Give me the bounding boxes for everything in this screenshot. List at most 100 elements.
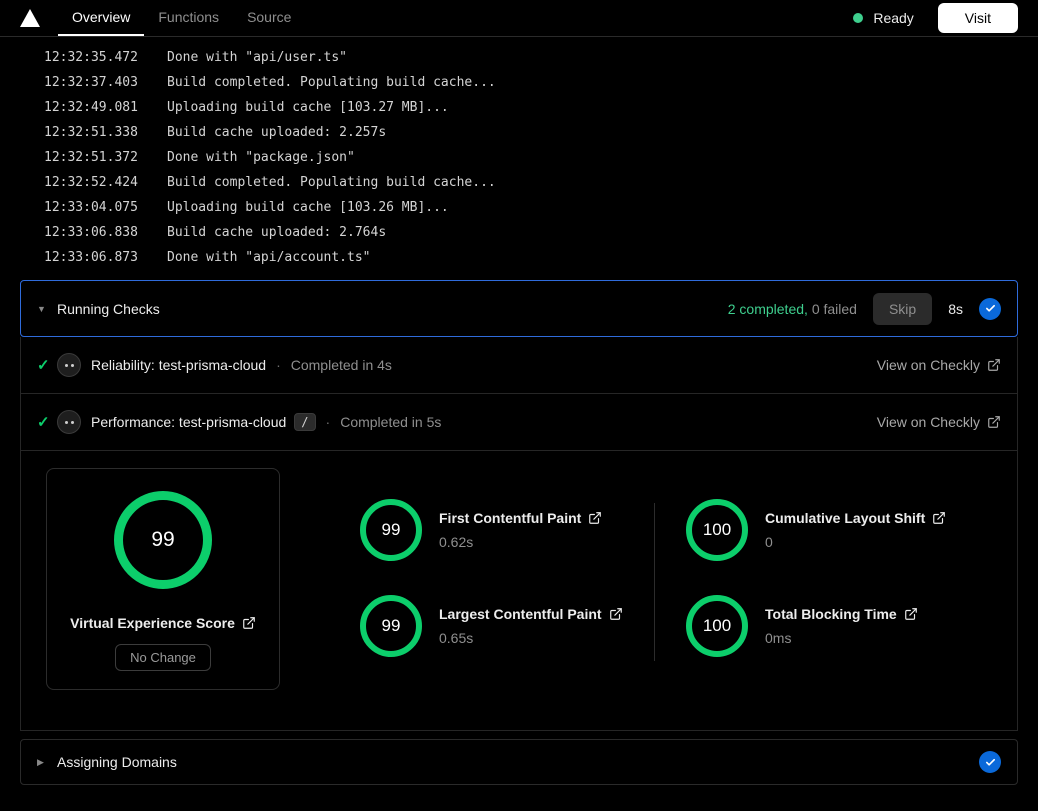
log-message: Uploading build cache [103.27 MB]... (167, 100, 449, 115)
checkly-logo-icon (57, 353, 81, 377)
log-line: 12:32:37.403 Build completed. Populating … (44, 70, 1018, 95)
vercel-logo-icon[interactable] (20, 0, 40, 36)
domains-done-badge (979, 751, 1001, 773)
external-link-icon (589, 512, 602, 524)
log-line: 12:32:35.472 Done with "api/user.ts" (44, 45, 1018, 70)
visit-button[interactable]: Visit (937, 3, 1018, 33)
check-icon (985, 304, 995, 312)
metric-score: 99 (381, 616, 401, 635)
top-navigation-bar: Overview Functions Source Ready Visit (0, 0, 1038, 37)
checks-duration: 8s (948, 300, 963, 317)
log-timestamp: 12:32:49.081 (44, 100, 138, 115)
ves-score-gauge: 99 (114, 491, 212, 589)
metric-score: 99 (381, 520, 401, 539)
metric-score-gauge: 99 (360, 499, 422, 561)
nav-tabs: Overview Functions Source (58, 0, 305, 36)
ves-score: 99 (151, 528, 175, 551)
checks-completed-count: 2 completed, (727, 300, 808, 317)
path-badge: / (294, 413, 316, 431)
log-message: Build cache uploaded: 2.764s (167, 225, 387, 240)
virtual-experience-score-card: 99 Virtual Experience Score No Change (46, 468, 280, 690)
log-message: Build completed. Populating build cache.… (167, 175, 496, 190)
view-on-checkly-link[interactable]: View on Checkly (877, 357, 1001, 373)
check-success-icon: ✓ (37, 414, 50, 431)
metric-first-contentful-paint: 99 First Contentful Paint 0.62s (360, 499, 632, 561)
metric-label: Cumulative Layout Shift (765, 510, 926, 526)
metric-score: 100 (702, 616, 732, 635)
metric-label-link[interactable]: Total Blocking Time (765, 606, 918, 622)
log-timestamp: 12:33:06.838 (44, 225, 138, 240)
ves-label: Virtual Experience Score (70, 615, 235, 631)
checkly-logo-icon (57, 410, 81, 434)
log-line: 12:32:52.424 Build completed. Populating … (44, 170, 1018, 195)
metric-value: 0ms (765, 630, 792, 646)
check-row-performance: ✓ Performance: test-prisma-cloud / · Com… (21, 394, 1017, 451)
tab-functions[interactable]: Functions (144, 0, 233, 36)
log-line: 12:32:51.338 Build cache uploaded: 2.257s (44, 120, 1018, 145)
metrics-column-right: 100 Cumulative Layout Shift 0 100 Total … (686, 468, 958, 690)
log-message: Done with "api/user.ts" (167, 50, 348, 65)
tab-overview[interactable]: Overview (58, 0, 145, 36)
log-message: Build completed. Populating build cache.… (167, 75, 496, 90)
running-checks-summary: 2 completed, 0 failed Skip 8s (728, 292, 1001, 325)
metric-value: 0.65s (439, 630, 474, 646)
ves-label-link[interactable]: Virtual Experience Score (70, 615, 256, 631)
skip-button[interactable]: Skip (872, 292, 933, 325)
log-timestamp: 12:33:06.873 (44, 250, 138, 265)
running-checks-section-header[interactable]: ▼ Running Checks 2 completed, 0 failed S… (20, 280, 1018, 337)
chevron-right-icon[interactable]: ▶ (37, 757, 49, 768)
external-link-icon (933, 512, 946, 524)
check-status: Completed in 4s (290, 357, 392, 373)
log-line: 12:33:06.873 Done with "api/account.ts" (44, 245, 1018, 270)
external-link-icon (609, 608, 622, 620)
chevron-down-icon[interactable]: ▼ (37, 304, 49, 314)
metric-label-link[interactable]: First Contentful Paint (439, 510, 602, 526)
log-timestamp: 12:32:51.338 (44, 125, 138, 140)
check-row-reliability: ✓ Reliability: test-prisma-cloud · Compl… (21, 337, 1017, 394)
metric-label: Total Blocking Time (765, 606, 897, 622)
assigning-domains-section-header[interactable]: ▶ Assigning Domains (20, 739, 1018, 785)
log-message: Done with "api/account.ts" (167, 250, 371, 265)
tab-source[interactable]: Source (233, 0, 305, 36)
metric-score-gauge: 99 (360, 595, 422, 657)
checks-counts: 2 completed, 0 failed (728, 301, 857, 317)
view-on-checkly-label: View on Checkly (876, 414, 980, 430)
metric-score: 100 (702, 520, 732, 539)
log-line: 12:32:49.081 Uploading build cache [103.2… (44, 95, 1018, 120)
log-line: 12:33:04.075 Uploading build cache [103.2… (44, 195, 1018, 220)
running-checks-body: ✓ Reliability: test-prisma-cloud · Compl… (20, 337, 1018, 731)
metric-cumulative-layout-shift: 100 Cumulative Layout Shift 0 (686, 499, 958, 561)
metrics-divider (654, 503, 655, 661)
metric-score-gauge: 100 (686, 499, 748, 561)
metric-label: Largest Contentful Paint (439, 606, 602, 622)
no-change-button[interactable]: No Change (115, 644, 211, 671)
ready-status-dot-icon (853, 13, 864, 23)
external-link-icon (988, 359, 1000, 371)
metric-largest-contentful-paint: 99 Largest Contentful Paint 0.65s (360, 595, 632, 657)
view-on-checkly-link[interactable]: View on Checkly (877, 414, 1001, 430)
metric-value: 0 (765, 534, 773, 550)
header-right: Ready Visit (853, 0, 1018, 36)
metric-label-link[interactable]: Cumulative Layout Shift (765, 510, 946, 526)
dot-separator: · (276, 357, 281, 373)
log-message: Build cache uploaded: 2.257s (167, 125, 387, 140)
log-timestamp: 12:32:51.372 (44, 150, 138, 165)
external-link-icon (988, 416, 1000, 428)
view-on-checkly-label: View on Checkly (876, 357, 980, 373)
dot-separator: · (325, 414, 331, 430)
check-success-icon: ✓ (37, 357, 50, 374)
external-link-icon (243, 617, 255, 629)
metric-value: 0.62s (439, 534, 474, 550)
log-timestamp: 12:32:52.424 (44, 175, 138, 190)
log-timestamp: 12:33:04.075 (44, 200, 138, 215)
metric-label: First Contentful Paint (439, 510, 582, 526)
metrics-column-left: 99 First Contentful Paint 0.62s 99 Large… (360, 468, 632, 690)
checks-failed-count: 0 failed (811, 300, 857, 317)
log-timestamp: 12:32:35.472 (44, 50, 138, 65)
log-message: Done with "package.json" (167, 150, 355, 165)
checks-done-badge (979, 297, 1001, 320)
metric-total-blocking-time: 100 Total Blocking Time 0ms (686, 595, 958, 657)
deployment-status: Ready (873, 10, 914, 26)
metric-label-link[interactable]: Largest Contentful Paint (439, 606, 623, 622)
build-log: 12:32:35.472 Done with "api/user.ts" 12:3… (0, 37, 1038, 270)
